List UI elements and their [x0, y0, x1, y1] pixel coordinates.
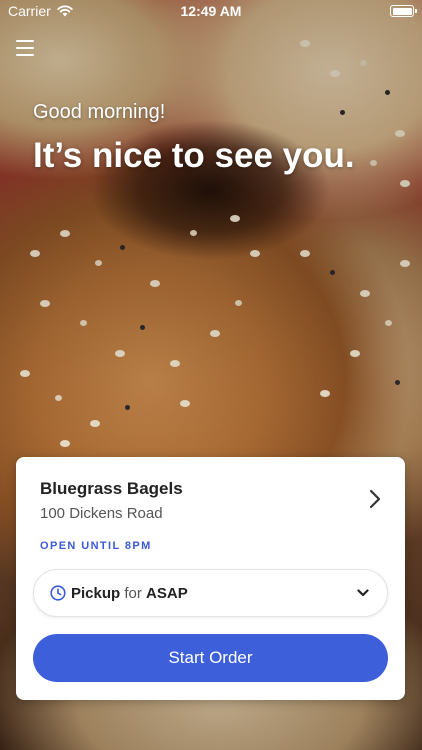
chevron-down-icon: [357, 589, 369, 597]
order-type-text: Pickup for ASAP: [71, 585, 188, 602]
order-type-selector[interactable]: Pickup for ASAP: [33, 569, 388, 617]
start-order-button[interactable]: Start Order: [33, 634, 388, 682]
store-details-link[interactable]: Bluegrass Bagels 100 Dickens Road: [40, 479, 385, 527]
store-address: 100 Dickens Road: [40, 505, 163, 522]
menu-line: [16, 40, 34, 42]
order-method: Pickup: [71, 584, 121, 602]
menu-line: [16, 47, 34, 49]
carrier-label: Carrier: [8, 3, 51, 19]
order-timing: ASAP: [146, 584, 188, 602]
welcome-headline: It’s nice to see you.: [33, 136, 355, 175]
battery-level: [392, 7, 412, 15]
order-connector: for: [124, 584, 142, 602]
chevron-right-icon: [369, 489, 381, 509]
clock-icon: [50, 585, 66, 601]
battery-icon: [390, 5, 417, 17]
store-hours-status: OPEN UNTIL 8PM: [40, 540, 152, 552]
wifi-icon: [57, 5, 73, 17]
hamburger-menu-icon[interactable]: [16, 40, 34, 56]
status-left: Carrier: [8, 3, 73, 19]
menu-line: [16, 54, 34, 56]
status-bar: Carrier 12:49 AM: [0, 0, 422, 22]
home-screen: Carrier 12:49 AM Good morning! It’s nice…: [0, 0, 422, 750]
greeting-text: Good morning!: [33, 101, 166, 123]
store-name: Bluegrass Bagels: [40, 479, 183, 498]
store-card: Bluegrass Bagels 100 Dickens Road OPEN U…: [16, 457, 405, 700]
